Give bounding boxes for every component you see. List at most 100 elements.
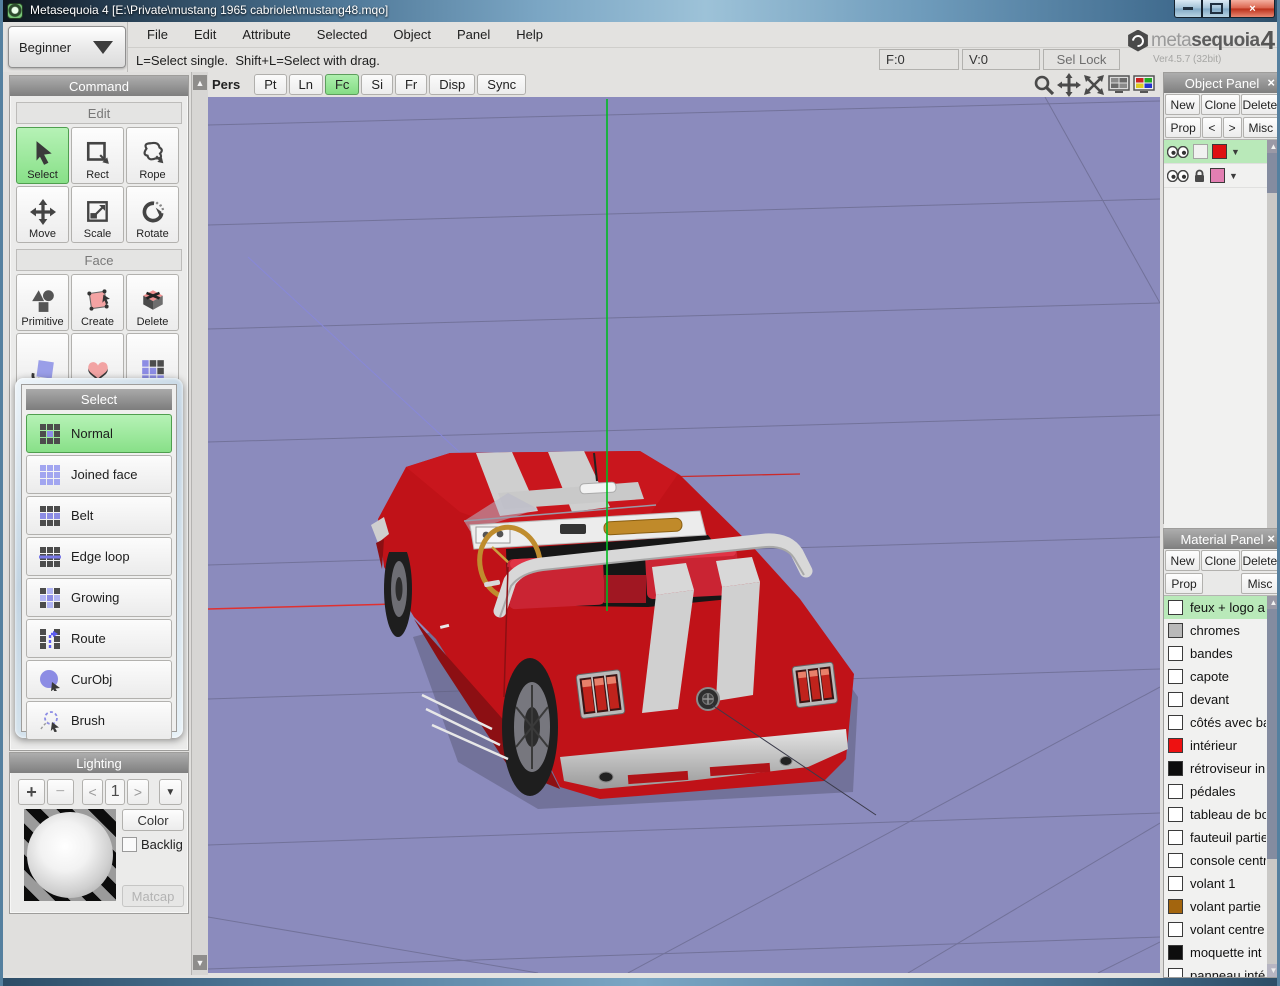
menu-attribute[interactable]: Attribute <box>229 27 303 42</box>
minimize-button[interactable] <box>1174 0 1202 18</box>
material-swatch[interactable] <box>1168 853 1183 868</box>
material-swatch[interactable] <box>1168 600 1183 615</box>
object-row[interactable]: ▼ <box>1164 164 1280 188</box>
material-row[interactable]: côtés avec ba <box>1164 711 1280 734</box>
quad-view-icon[interactable] <box>1132 73 1156 97</box>
light-remove-button[interactable]: − <box>47 779 74 805</box>
material-swatch[interactable] <box>1168 945 1183 960</box>
light-next-button[interactable]: > <box>127 779 149 805</box>
material-delete-button[interactable]: Delete <box>1241 550 1279 571</box>
material-swatch[interactable] <box>1168 646 1183 661</box>
delete-face-button[interactable]: Delete <box>126 274 179 331</box>
material-row[interactable]: bandes <box>1164 642 1280 665</box>
menu-file[interactable]: File <box>134 27 181 42</box>
light-color-button[interactable]: Color <box>122 809 184 831</box>
menu-selected[interactable]: Selected <box>304 27 381 42</box>
select-mode-belt[interactable]: Belt <box>26 496 172 535</box>
pan-move-icon[interactable] <box>1057 73 1081 97</box>
scrollbar-thumb[interactable] <box>1267 609 1280 859</box>
material-clone-button[interactable]: Clone <box>1201 550 1239 571</box>
material-row[interactable]: volant partie <box>1164 895 1280 918</box>
material-swatch[interactable] <box>1168 623 1183 638</box>
material-swatch[interactable] <box>1168 761 1183 776</box>
view-tab-ln[interactable]: Ln <box>289 74 323 95</box>
select-mode-edge-loop[interactable]: Edge loop <box>26 537 172 576</box>
object-clone-button[interactable]: Clone <box>1201 94 1239 115</box>
material-swatch[interactable] <box>1168 807 1183 822</box>
select-mode-joined-face[interactable]: Joined face <box>26 455 172 494</box>
material-row[interactable]: devant <box>1164 688 1280 711</box>
view-tab-sync[interactable]: Sync <box>477 74 526 95</box>
material-prop-button[interactable]: Prop <box>1165 573 1203 594</box>
object-prev-button[interactable]: < <box>1202 117 1221 138</box>
material-row[interactable]: tableau de bo <box>1164 803 1280 826</box>
lock-icon[interactable] <box>1193 169 1206 183</box>
material-list-scrollbar[interactable]: ▲ ▼ <box>1267 596 1280 977</box>
scale-tool-button[interactable]: Scale <box>71 186 124 243</box>
object-list-scrollbar[interactable]: ▲ ▼ <box>1267 140 1280 545</box>
material-new-button[interactable]: New <box>1165 550 1200 571</box>
select-mode-route[interactable]: Route <box>26 619 172 658</box>
object-prop-button[interactable]: Prop <box>1165 117 1201 138</box>
viewport-3d[interactable] <box>208 97 1160 973</box>
chevron-down-icon[interactable]: ▼ <box>1229 171 1238 181</box>
material-row[interactable]: feux + logo a <box>1164 596 1280 619</box>
view-tab-fc[interactable]: Fc <box>325 74 359 95</box>
object-next-button[interactable]: > <box>1223 117 1242 138</box>
view-tab-disp[interactable]: Disp <box>429 74 475 95</box>
material-swatch[interactable] <box>1168 968 1183 977</box>
left-panel-scrollbar[interactable]: ▲ ▼ <box>191 72 208 975</box>
visibility-eyes-icon[interactable] <box>1167 170 1189 182</box>
material-row[interactable]: intérieur <box>1164 734 1280 757</box>
matcap-button[interactable]: Matcap <box>122 885 184 907</box>
close-button[interactable]: × <box>1230 0 1275 18</box>
material-swatch[interactable] <box>1168 692 1183 707</box>
light-preview-sphere[interactable] <box>24 809 116 901</box>
rope-tool-button[interactable]: Rope <box>126 127 179 184</box>
rotate-view-icon[interactable] <box>1082 73 1106 97</box>
menu-edit[interactable]: Edit <box>181 27 229 42</box>
scroll-down-icon[interactable]: ▼ <box>1267 964 1280 977</box>
object-color-swatch[interactable] <box>1210 168 1225 183</box>
single-view-icon[interactable] <box>1107 73 1131 97</box>
select-mode-curobj[interactable]: CurObj <box>26 660 172 699</box>
material-swatch[interactable] <box>1168 715 1183 730</box>
scroll-up-icon[interactable]: ▲ <box>193 75 207 90</box>
object-delete-button[interactable]: Delete <box>1241 94 1279 115</box>
object-misc-button[interactable]: Misc <box>1243 117 1279 138</box>
title-bar[interactable]: Metasequoia 4 [E:\Private\mustang 1965 c… <box>0 0 1280 22</box>
move-tool-button[interactable]: Move <box>16 186 69 243</box>
material-row[interactable]: rétroviseur in <box>1164 757 1280 780</box>
material-row[interactable]: capote <box>1164 665 1280 688</box>
object-color-swatch[interactable] <box>1212 144 1227 159</box>
scroll-up-icon[interactable]: ▲ <box>1267 140 1280 153</box>
material-swatch[interactable] <box>1168 922 1183 937</box>
material-row[interactable]: fauteuil partie <box>1164 826 1280 849</box>
object-panel-close-icon[interactable]: × <box>1267 75 1275 90</box>
light-add-button[interactable]: + <box>18 779 45 805</box>
material-swatch[interactable] <box>1168 830 1183 845</box>
light-prev-button[interactable]: < <box>82 779 104 805</box>
sel-lock-button[interactable]: Sel Lock <box>1043 49 1120 70</box>
create-face-button[interactable]: Create <box>71 274 124 331</box>
menu-object[interactable]: Object <box>380 27 444 42</box>
rotate-tool-button[interactable]: Rotate <box>126 186 179 243</box>
primitive-tool-button[interactable]: Primitive <box>16 274 69 331</box>
menu-help[interactable]: Help <box>503 27 556 42</box>
material-row[interactable]: moquette int <box>1164 941 1280 964</box>
backlight-checkbox[interactable]: Backlig <box>122 837 183 852</box>
material-row[interactable]: pédales <box>1164 780 1280 803</box>
scroll-down-icon[interactable]: ▼ <box>193 955 207 970</box>
visibility-eyes-icon[interactable] <box>1167 146 1189 158</box>
material-swatch[interactable] <box>1168 784 1183 799</box>
lock-checkbox[interactable] <box>1193 144 1208 159</box>
view-tab-pers[interactable]: Pers <box>208 74 252 95</box>
object-row[interactable]: ▼ <box>1164 140 1280 164</box>
material-swatch[interactable] <box>1168 669 1183 684</box>
material-row[interactable]: console centr <box>1164 849 1280 872</box>
material-row[interactable]: volant centre <box>1164 918 1280 941</box>
command-panel-header[interactable]: Command <box>10 76 188 96</box>
material-misc-button[interactable]: Misc <box>1241 573 1279 594</box>
material-row[interactable]: panneau inté <box>1164 964 1280 977</box>
mode-select[interactable]: Beginner <box>8 26 126 68</box>
